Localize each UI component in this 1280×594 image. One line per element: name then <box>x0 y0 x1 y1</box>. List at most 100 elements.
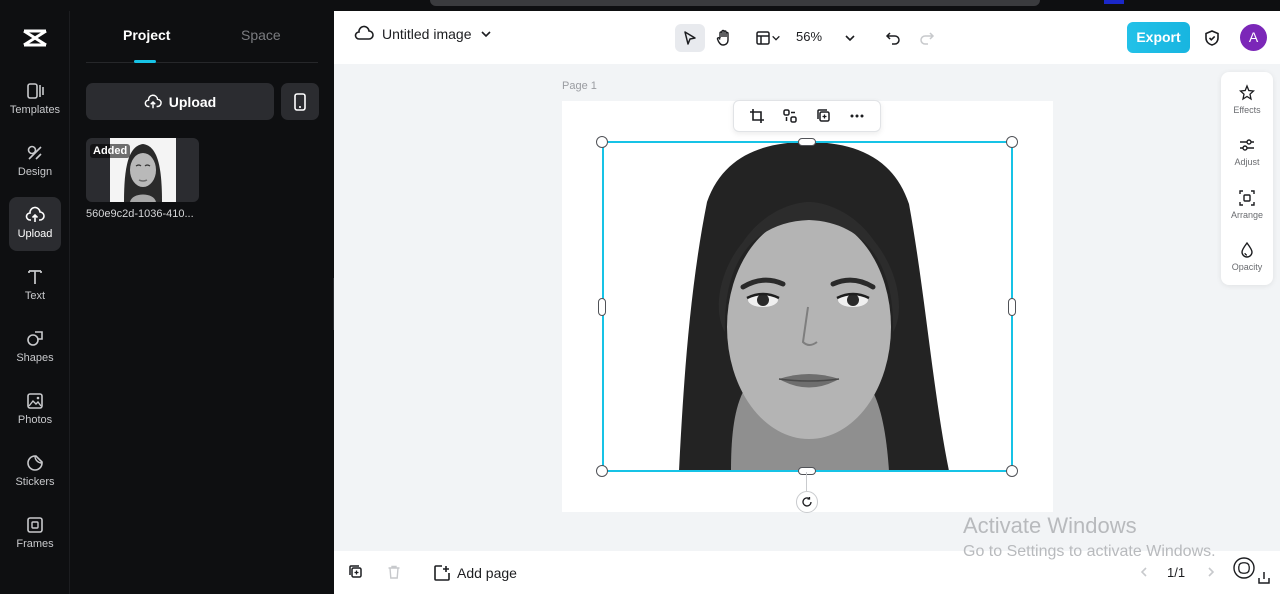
page-label: Page 1 <box>562 80 597 92</box>
prev-page-button[interactable] <box>1129 558 1159 586</box>
delete-page-button[interactable] <box>379 558 409 586</box>
resize-handle-bottom-left[interactable] <box>596 465 608 477</box>
stickers-icon <box>27 455 43 471</box>
rail-item-upload[interactable]: Upload <box>9 197 61 251</box>
rail-item-design[interactable]: Design <box>9 135 61 189</box>
hand-icon <box>716 29 729 46</box>
rotate-connector <box>806 472 807 491</box>
browser-tab-bar <box>430 0 1040 6</box>
chevron-down-icon <box>845 35 855 42</box>
rail-item-photos[interactable]: Photos <box>9 383 61 437</box>
shield-check-icon <box>1205 30 1219 46</box>
add-page-icon <box>434 565 450 581</box>
rail-item-text[interactable]: Text <box>9 259 61 313</box>
resize-handle-right[interactable] <box>1008 298 1016 316</box>
export-button[interactable]: Export <box>1127 22 1190 53</box>
layout-icon <box>756 31 770 45</box>
browser-indicator <box>1104 0 1124 4</box>
trash-icon <box>388 565 400 579</box>
add-page-button[interactable]: Add page <box>433 564 517 582</box>
activate-windows-subtitle: Go to Settings to activate Windows. <box>963 543 1216 560</box>
more-icon[interactable] <box>849 108 865 124</box>
editor-bottombar: Add page Go to Settings to activate Wind… <box>334 543 1280 594</box>
active-tab-underline <box>134 60 156 63</box>
next-page-button[interactable] <box>1196 558 1226 586</box>
rail-item-shapes[interactable]: Shapes <box>9 321 61 375</box>
resize-handle-top-left[interactable] <box>596 136 608 148</box>
design-icon <box>27 145 42 160</box>
frames-icon <box>27 517 43 533</box>
editor-main: Untitled image 56% Export A Page 1 Effec… <box>334 11 1280 594</box>
redo-button[interactable] <box>912 24 942 52</box>
pages-panel-button[interactable] <box>1252 564 1276 592</box>
arrange-icon <box>1239 190 1255 206</box>
page-counter: 1/1 <box>1167 565 1186 580</box>
chevron-down-icon <box>480 31 491 38</box>
asset-panel: Project Space Upload Added 560e9c2d-1036… <box>70 11 334 594</box>
undo-icon <box>885 32 900 45</box>
text-icon <box>28 270 42 284</box>
panel-tabs: Project Space <box>86 11 318 63</box>
uploaded-asset-card[interactable]: Added <box>86 138 199 202</box>
selection-box <box>602 141 1013 472</box>
security-button[interactable] <box>1197 24 1227 52</box>
chevron-left-icon <box>1140 567 1147 577</box>
select-tool-button[interactable] <box>675 24 705 52</box>
capcut-logo-icon[interactable] <box>22 27 48 49</box>
resize-handle-bottom-right[interactable] <box>1006 465 1018 477</box>
pages-tray-icon <box>1258 572 1270 584</box>
zoom-level[interactable]: 56% <box>796 29 822 44</box>
rail-item-stickers[interactable]: Stickers <box>9 445 61 499</box>
upload-button-label: Upload <box>168 93 217 110</box>
asset-filename: 560e9c2d-1036-410... <box>86 208 194 220</box>
doc-title[interactable]: Untitled image <box>354 25 492 43</box>
upload-from-phone-button[interactable] <box>281 83 319 120</box>
resize-handle-bottom[interactable] <box>798 467 816 475</box>
zoom-dropdown-button[interactable] <box>835 24 865 52</box>
properties-dock: Effects Adjust Arrange Opacity <box>1221 72 1273 285</box>
upload-button[interactable]: Upload <box>86 83 274 120</box>
added-badge: Added <box>90 144 131 158</box>
editor-topbar: Untitled image 56% Export A <box>334 11 1280 64</box>
rotate-handle[interactable] <box>796 491 818 513</box>
cursor-icon <box>684 31 696 45</box>
dock-item-effects[interactable]: Effects <box>1221 84 1273 115</box>
copy-page-icon <box>349 565 362 578</box>
left-rail: Templates Design Upload Text Shapes Phot… <box>0 11 70 594</box>
phone-icon <box>294 92 306 111</box>
resize-handle-left[interactable] <box>598 298 606 316</box>
tab-project[interactable]: Project <box>123 27 170 43</box>
photos-icon <box>27 393 43 409</box>
shapes-icon <box>27 331 43 346</box>
undo-button[interactable] <box>878 24 908 52</box>
add-page-label: Add page <box>457 565 517 581</box>
upload-cloud-icon <box>144 94 162 108</box>
page-duplicate-button[interactable] <box>341 558 371 586</box>
hand-tool-button[interactable] <box>709 24 739 52</box>
rail-item-frames[interactable]: Frames <box>9 507 61 561</box>
rotate-icon <box>802 497 812 507</box>
layout-menu-button[interactable] <box>748 24 788 52</box>
adjust-icon <box>1240 139 1254 151</box>
chevron-right-icon <box>1208 567 1215 577</box>
dock-item-arrange[interactable]: Arrange <box>1221 189 1273 220</box>
upload-cloud-icon <box>25 206 45 222</box>
image-context-toolbar <box>733 100 881 132</box>
duplicate-icon[interactable] <box>816 108 832 124</box>
tab-space[interactable]: Space <box>241 27 281 43</box>
resize-handle-top-right[interactable] <box>1006 136 1018 148</box>
browser-top-strip <box>0 0 1280 11</box>
rail-item-templates[interactable]: Templates <box>9 73 61 127</box>
cloud-sync-icon <box>354 25 374 40</box>
effects-icon <box>1238 84 1256 101</box>
resize-handle-top[interactable] <box>798 138 816 146</box>
crop-icon[interactable] <box>749 108 765 124</box>
templates-icon <box>27 83 44 99</box>
chevron-down-icon <box>772 35 780 41</box>
activate-windows-title: Activate Windows <box>963 513 1137 538</box>
user-avatar[interactable]: A <box>1240 24 1267 51</box>
dock-item-opacity[interactable]: Opacity <box>1221 241 1273 272</box>
smart-tools-icon[interactable] <box>782 108 798 124</box>
dock-item-adjust[interactable]: Adjust <box>1221 136 1273 167</box>
doc-title-text: Untitled image <box>382 26 472 42</box>
